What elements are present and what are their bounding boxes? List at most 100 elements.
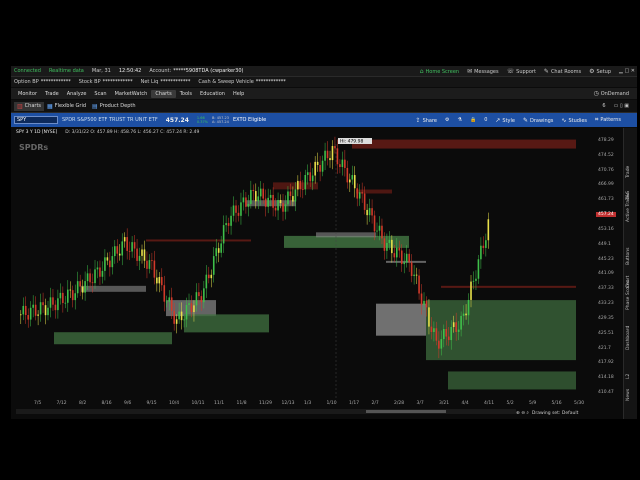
flask-icon[interactable]: ⚗	[457, 117, 461, 123]
layout-icon[interactable]: ▭ ▯ ▣	[614, 103, 629, 109]
candle-body	[47, 307, 49, 316]
depth-icon: ▤	[92, 102, 98, 110]
price-zone	[54, 332, 172, 345]
messages-button[interactable]: ✉ Messages	[467, 68, 499, 75]
share-button[interactable]: ⇪ Share	[416, 117, 437, 124]
chart-settings-icon[interactable]: ⚙	[445, 117, 449, 123]
price-tick: 414.18	[598, 375, 614, 381]
side-tab-dashboard[interactable]: Dashboard	[626, 325, 631, 349]
home-screen-button[interactable]: ⌂ Home Screen	[420, 68, 459, 75]
nav-tab-trade[interactable]: Trade	[41, 90, 63, 98]
chart-footer: ⊕ ⊖ ⌕ Drawing set: Default	[516, 407, 626, 419]
candle-body	[460, 315, 462, 330]
candle-body	[381, 225, 383, 239]
price-zone	[81, 285, 146, 292]
candle-body	[245, 197, 247, 207]
flexible-grid-subtab[interactable]: ▦ Flexible Grid	[44, 102, 89, 111]
on-demand-button[interactable]: ◷ OnDemand	[593, 90, 629, 97]
side-tab-trade[interactable]: Trade	[626, 166, 631, 178]
chart-scrollbar[interactable]	[16, 409, 516, 414]
grid-icon: ▦	[47, 102, 53, 110]
side-tab-phase-scores[interactable]: Phase Scores	[626, 280, 631, 310]
candle-body	[423, 300, 425, 305]
candle-body	[170, 297, 173, 311]
candle-body	[67, 289, 69, 303]
date-tick: 4/4	[461, 401, 469, 406]
candle-body	[413, 274, 415, 277]
side-tab-l2[interactable]: L2	[626, 374, 631, 379]
support-icon: ☏	[506, 67, 515, 75]
date-tick: 2/7	[371, 401, 379, 406]
candle-body	[272, 194, 274, 208]
account-value[interactable]: *****5908TDA (cwparker30)	[173, 68, 243, 74]
nav-tab-education[interactable]: Education	[196, 90, 229, 98]
price-chart[interactable]: SPDRs Hi: 479.98	[16, 136, 576, 400]
nav-tab-charts[interactable]: Charts	[151, 89, 176, 98]
product-depth-subtab[interactable]: ▤ Product Depth	[89, 102, 138, 111]
candle-body	[346, 167, 349, 183]
candle-body	[480, 245, 482, 260]
support-button[interactable]: ☏ Support	[507, 68, 536, 75]
candle-body	[32, 304, 34, 308]
charts-subtab-label: Charts	[24, 103, 42, 109]
net-liq-value: ************	[160, 79, 191, 85]
candle-body	[203, 288, 205, 303]
chat-rooms-button[interactable]: ✎ Chat Rooms	[544, 68, 581, 75]
candle-body	[319, 164, 321, 172]
side-tab-active-trader[interactable]: Active Trader	[626, 192, 631, 222]
candle-body	[252, 189, 255, 192]
candle-body	[168, 297, 171, 302]
date-tick: 5/2	[506, 401, 514, 406]
minimize-icon[interactable]: ▁	[619, 68, 623, 74]
candle-body	[94, 269, 96, 284]
candle-body	[74, 293, 77, 301]
candle-body	[131, 242, 133, 252]
nav-tab-scan[interactable]: Scan	[90, 90, 110, 98]
drawing-set[interactable]: Drawing set: Default	[532, 411, 578, 416]
nav-tab-monitor[interactable]: Monitor	[14, 90, 41, 98]
candle-body	[277, 199, 279, 211]
chat-icon: ✎	[543, 67, 549, 75]
candle-body	[485, 240, 487, 248]
candle-body	[264, 198, 267, 207]
scroll-thumb[interactable]	[366, 410, 446, 413]
candle-body	[452, 322, 455, 327]
close-icon[interactable]: ✕	[631, 68, 635, 74]
nav-tab-help[interactable]: Help	[229, 90, 248, 98]
maximize-icon[interactable]: □	[624, 68, 629, 74]
symbol-input[interactable]: SPY	[14, 116, 58, 124]
patterns-icon: ⌗	[595, 116, 599, 123]
nav-tab-analyze[interactable]: Analyze	[63, 90, 91, 98]
price-zone	[448, 371, 576, 390]
candle-body	[450, 326, 453, 341]
candle-body	[438, 340, 440, 349]
drawings-button[interactable]: ✎ Drawings	[523, 117, 553, 124]
price-tick: 441.09	[598, 271, 614, 277]
side-tab-news[interactable]: News	[626, 389, 631, 401]
side-tab-buttons[interactable]: Buttons	[626, 247, 631, 264]
candle-body	[212, 256, 215, 275]
candle-body	[341, 159, 344, 168]
studies-button[interactable]: ∿ Studies	[561, 117, 587, 124]
candle-body	[383, 238, 386, 251]
price-tick: 453.16	[598, 226, 614, 232]
setup-button[interactable]: ⚙ Setup	[589, 68, 611, 75]
nav-tab-marketwatch[interactable]: MarketWatch	[111, 90, 152, 98]
candle-body	[153, 260, 156, 278]
nav-tab-tools[interactable]: Tools	[176, 90, 196, 98]
candle-body	[222, 225, 225, 244]
candle-body	[311, 175, 314, 182]
zoom-icons[interactable]: ⊕ ⊖ ⌕	[516, 410, 529, 416]
style-button[interactable]: ↗ Style	[495, 117, 515, 124]
lock-icon[interactable]: 🔒	[470, 117, 476, 123]
candle-body	[470, 281, 472, 300]
candle-body	[39, 302, 42, 315]
patterns-button[interactable]: ⌗ Patterns	[595, 116, 621, 124]
charts-subtab[interactable]: ▥ Charts	[14, 101, 45, 111]
candle-body	[297, 180, 299, 190]
candle-body	[259, 188, 262, 197]
candle-body	[457, 329, 460, 332]
window-controls[interactable]: ▁ □ ✕	[619, 68, 635, 74]
candle-body	[24, 305, 27, 316]
candle-body	[294, 189, 297, 202]
